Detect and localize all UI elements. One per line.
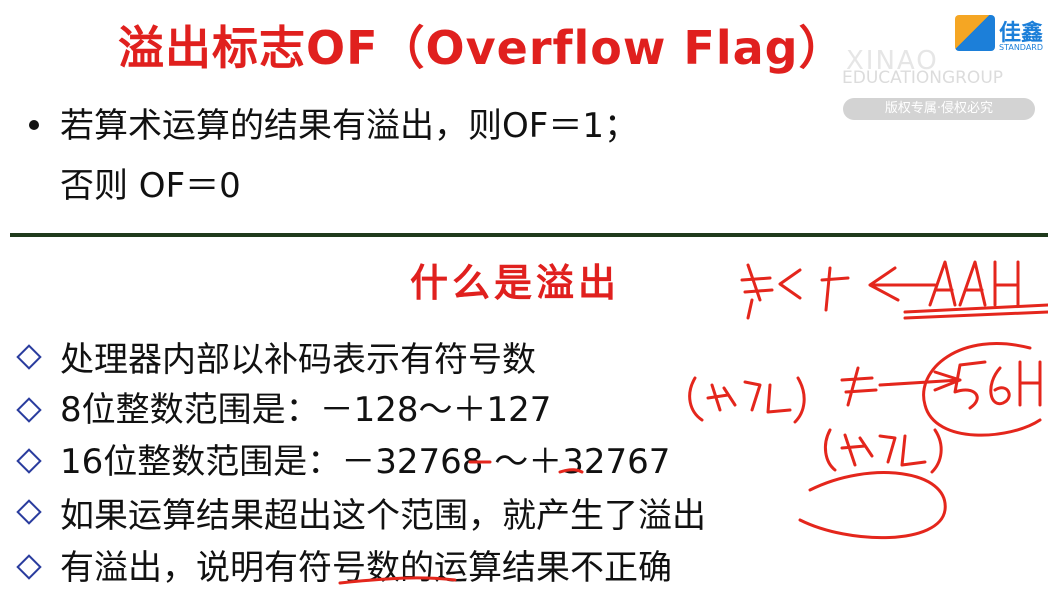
handwritten-annotations: [338, 260, 1048, 585]
